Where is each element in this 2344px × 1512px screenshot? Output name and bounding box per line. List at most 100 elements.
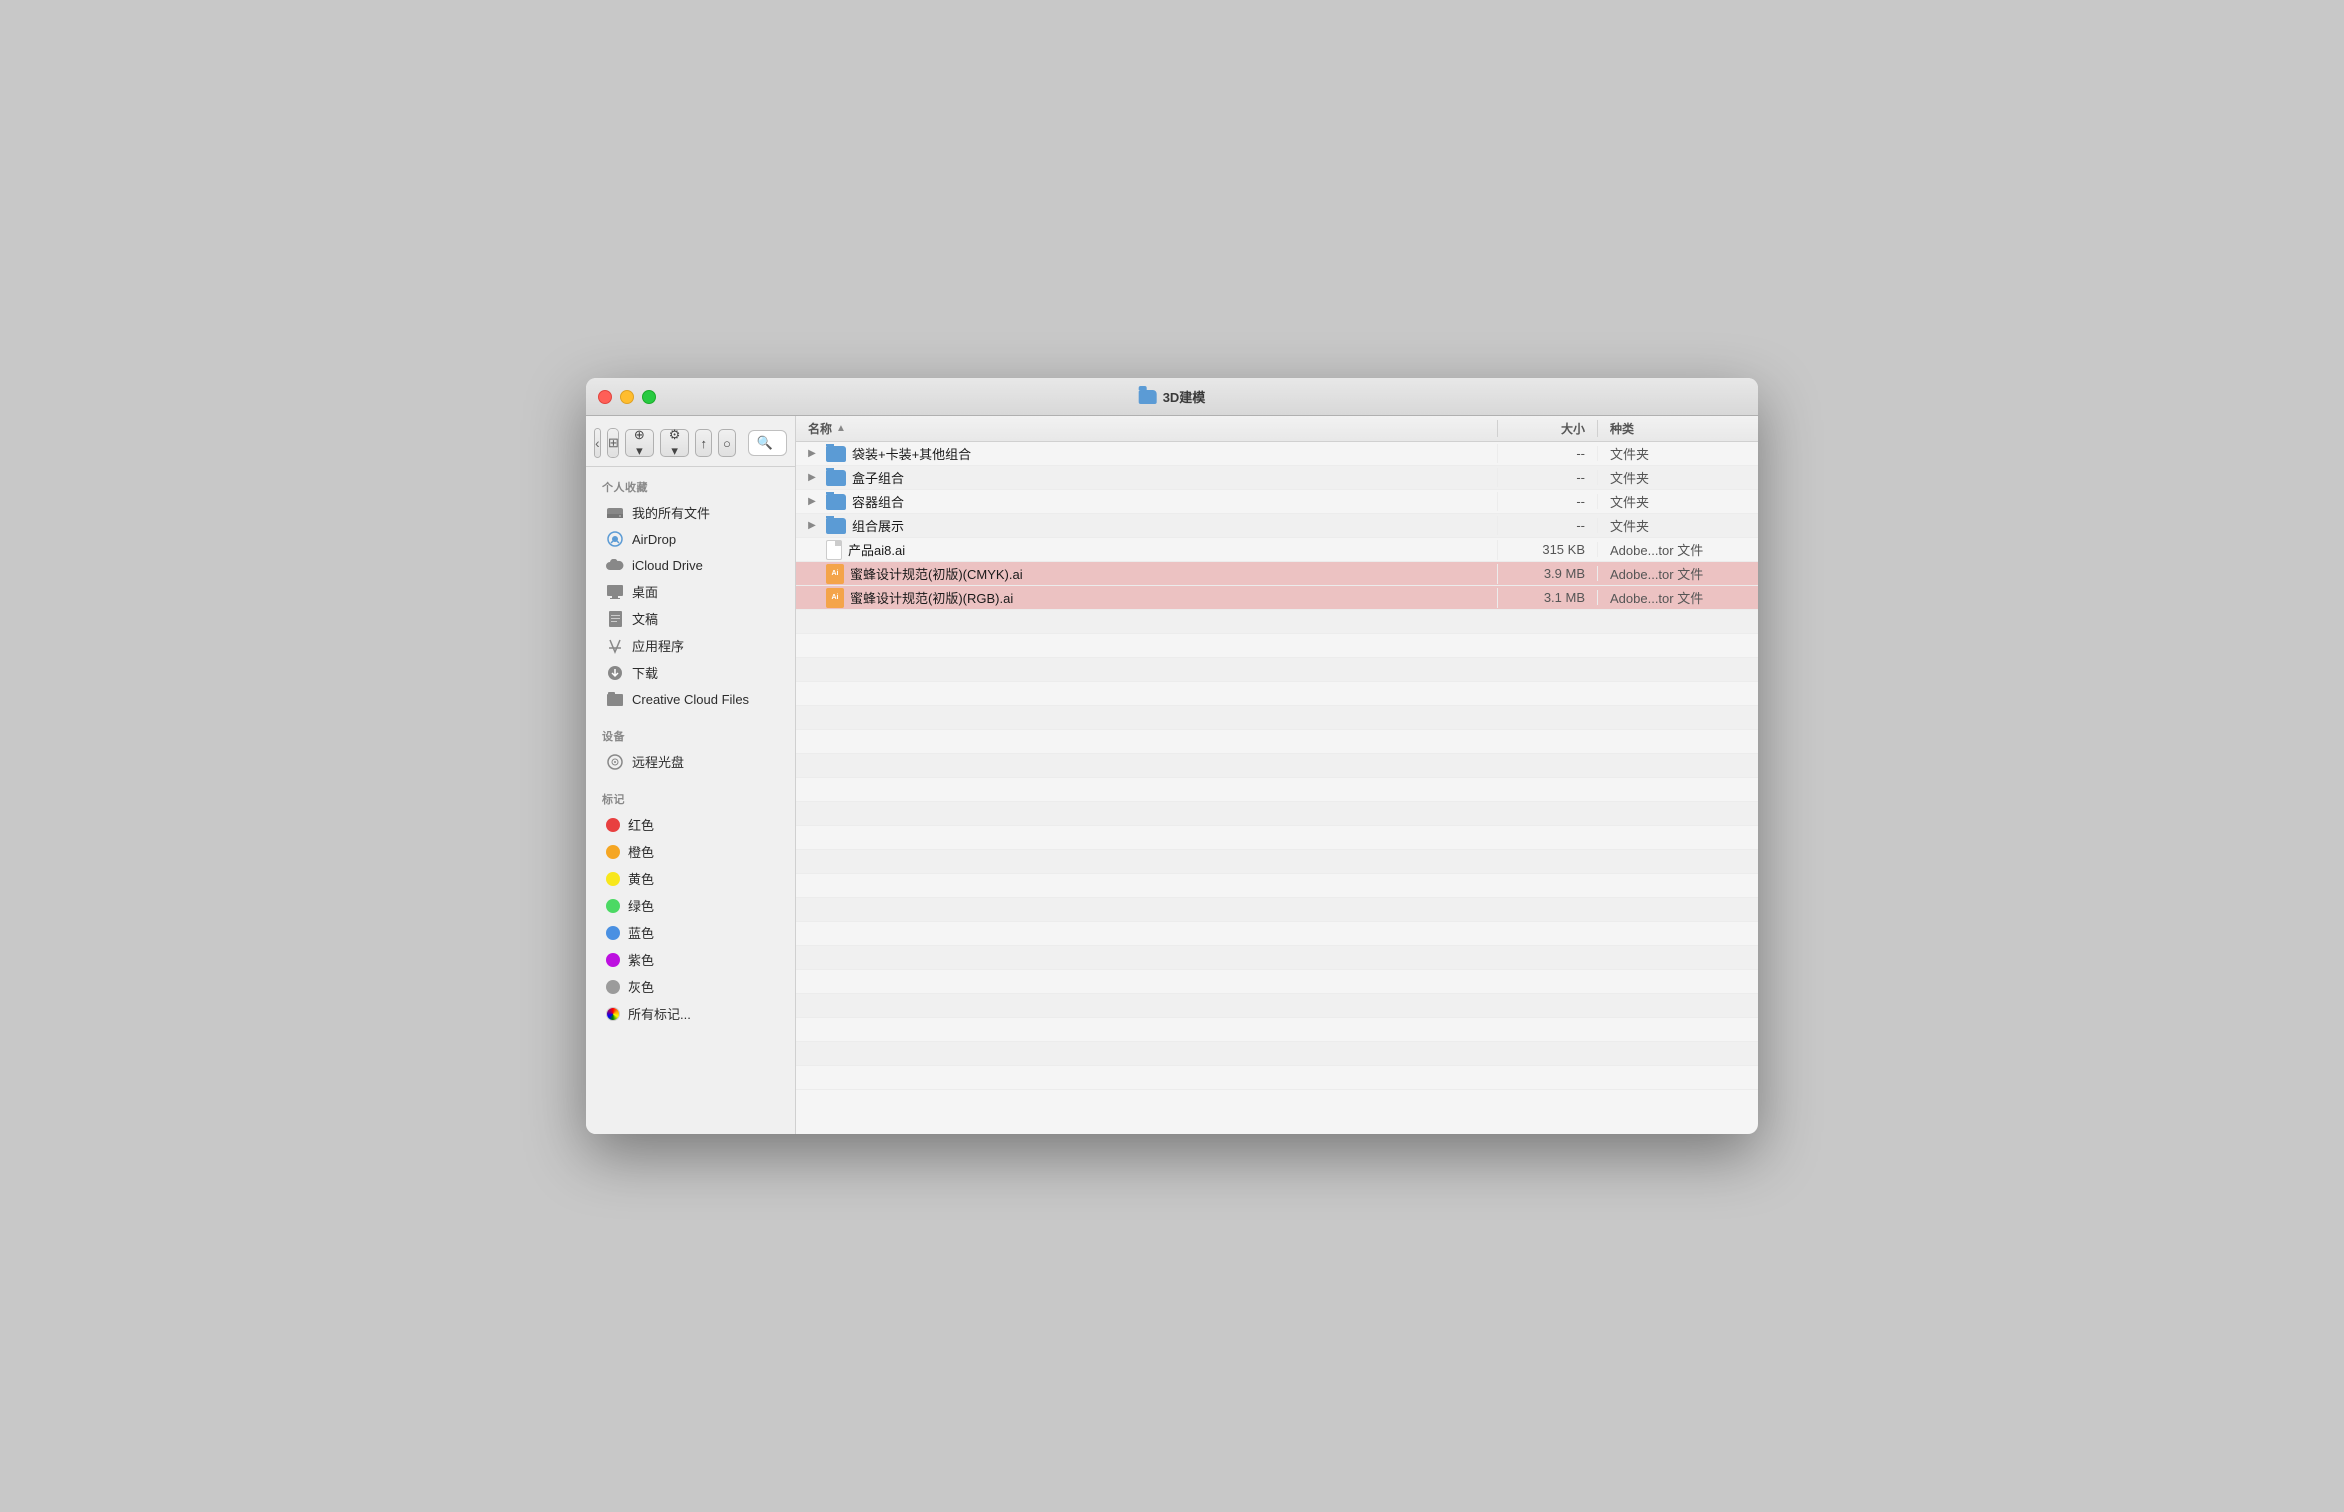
- expand-arrow[interactable]: ▶: [804, 520, 820, 531]
- sidebar-item-tag-all[interactable]: 所有标记...: [590, 1000, 791, 1027]
- tags-section-title: 标记: [586, 783, 795, 811]
- tag-button[interactable]: ○: [718, 429, 736, 457]
- file-name-label: 盒子组合: [852, 468, 904, 487]
- view-buttons: ⊞ ☰ ⊟ ⊠: [607, 428, 619, 458]
- sidebar-item-tag-orange[interactable]: 橙色: [590, 838, 791, 865]
- window-title: 3D建模: [1163, 387, 1206, 406]
- traffic-lights: [598, 390, 656, 404]
- sidebar-label-desktop: 桌面: [632, 582, 658, 601]
- file-list: ▶ 袋装+卡装+其他组合 -- 文件夹 ▶ 盒子组合 -- 文件夹: [796, 442, 1758, 1134]
- table-row-empty: [796, 898, 1758, 922]
- downloads-icon: [606, 664, 624, 682]
- sidebar-item-cc-files[interactable]: Creative Cloud Files: [590, 686, 791, 712]
- file-kind-cell: Adobe...tor 文件: [1598, 564, 1758, 583]
- sidebar-item-tag-red[interactable]: 红色: [590, 811, 791, 838]
- table-row-empty: [796, 1018, 1758, 1042]
- sidebar-label-tag-yellow: 黄色: [628, 869, 654, 888]
- table-row-empty: [796, 1042, 1758, 1066]
- table-row-empty: [796, 682, 1758, 706]
- file-name-label: 蜜蜂设计规范(初版)(CMYK).ai: [850, 564, 1023, 583]
- folder-icon: [826, 446, 846, 462]
- desktop-icon: [606, 583, 624, 601]
- icloud-icon: [606, 556, 624, 574]
- documents-icon: [606, 610, 624, 628]
- sidebar-label-downloads: 下载: [632, 663, 658, 682]
- table-row-empty: [796, 658, 1758, 682]
- table-row-empty: [796, 946, 1758, 970]
- table-row[interactable]: ▶ 盒子组合 -- 文件夹: [796, 466, 1758, 490]
- sidebar-item-desktop[interactable]: 桌面: [590, 578, 791, 605]
- expand-arrow[interactable]: ▶: [804, 472, 820, 483]
- sidebar-label-tag-red: 红色: [628, 815, 654, 834]
- tag-dot-green: [606, 899, 620, 913]
- file-name-label: 组合展示: [852, 516, 904, 535]
- file-size-cell: --: [1498, 446, 1598, 461]
- icon-view-button[interactable]: ⊞: [608, 429, 619, 457]
- col-header-name[interactable]: 名称 ▲: [796, 420, 1498, 437]
- sidebar-item-documents[interactable]: 文稿: [590, 605, 791, 632]
- sidebar-item-tag-purple[interactable]: 紫色: [590, 946, 791, 973]
- table-row-empty: [796, 706, 1758, 730]
- sidebar-item-tag-blue[interactable]: 蓝色: [590, 919, 791, 946]
- ai-file-icon: Ai: [826, 564, 844, 584]
- table-row[interactable]: ▶ 组合展示 -- 文件夹: [796, 514, 1758, 538]
- sidebar-item-tag-gray[interactable]: 灰色: [590, 973, 791, 1000]
- airdrop-icon: [606, 530, 624, 548]
- sidebar-item-all-files[interactable]: 我的所有文件: [590, 499, 791, 526]
- sidebar-label-documents: 文稿: [632, 609, 658, 628]
- favorites-section-title: 个人收藏: [586, 471, 795, 499]
- sidebar-label-tag-green: 绿色: [628, 896, 654, 915]
- file-kind-cell: 文件夹: [1598, 492, 1758, 511]
- search-bar[interactable]: 🔍: [748, 430, 787, 456]
- file-name-label: 袋装+卡装+其他组合: [852, 444, 971, 463]
- sidebar-item-apps[interactable]: 应用程序: [590, 632, 791, 659]
- col-header-size[interactable]: 大小: [1498, 420, 1598, 437]
- close-button[interactable]: [598, 390, 612, 404]
- file-area: 名称 ▲ 大小 种类 ▶ 袋装+卡装+其他组合 -- 文件夹: [796, 416, 1758, 1134]
- sidebar-item-icloud[interactable]: iCloud Drive: [590, 552, 791, 578]
- sidebar-item-downloads[interactable]: 下载: [590, 659, 791, 686]
- hdd-icon: [606, 504, 624, 522]
- sidebar-item-tag-green[interactable]: 绿色: [590, 892, 791, 919]
- file-name-cell: ▶ 产品ai8.ai: [796, 540, 1498, 560]
- file-size-cell: --: [1498, 518, 1598, 533]
- table-row-empty: [796, 802, 1758, 826]
- expand-arrow[interactable]: ▶: [804, 496, 820, 507]
- expand-arrow[interactable]: ▶: [804, 448, 820, 459]
- sidebar-label-all-files: 我的所有文件: [632, 503, 710, 522]
- sidebar-label-tag-orange: 橙色: [628, 842, 654, 861]
- sidebar-item-optical[interactable]: 远程光盘: [590, 748, 791, 775]
- nav-buttons: ‹ ›: [594, 428, 601, 458]
- tag-dot-orange: [606, 845, 620, 859]
- sidebar-label-icloud: iCloud Drive: [632, 558, 703, 573]
- ai-file-icon: Ai: [826, 588, 844, 608]
- file-name-label: 蜜蜂设计规范(初版)(RGB).ai: [850, 588, 1013, 607]
- finder-window: 3D建模 ‹ › ⊞ ☰ ⊟ ⊠ ⊕ ▾ ⚙ ▾ ↑ ○: [586, 378, 1758, 1134]
- table-row-empty: [796, 826, 1758, 850]
- table-row[interactable]: ▶ 产品ai8.ai 315 KB Adobe...tor 文件: [796, 538, 1758, 562]
- sidebar-item-tag-yellow[interactable]: 黄色: [590, 865, 791, 892]
- sidebar-label-airdrop: AirDrop: [632, 532, 676, 547]
- file-name-cell: ▶ 盒子组合: [796, 468, 1498, 487]
- tag-dot-blue: [606, 926, 620, 940]
- table-row[interactable]: ▶ Ai 蜜蜂设计规范(初版)(CMYK).ai 3.9 MB Adobe...…: [796, 562, 1758, 586]
- share-button[interactable]: ↑: [695, 429, 712, 457]
- col-header-kind[interactable]: 种类: [1598, 420, 1758, 437]
- table-row[interactable]: ▶ Ai 蜜蜂设计规范(初版)(RGB).ai 3.1 MB Adobe...t…: [796, 586, 1758, 610]
- minimize-button[interactable]: [620, 390, 634, 404]
- table-row-empty: [796, 994, 1758, 1018]
- sidebar-item-airdrop[interactable]: AirDrop: [590, 526, 791, 552]
- action-button[interactable]: ⚙ ▾: [660, 429, 690, 457]
- table-row[interactable]: ▶ 袋装+卡装+其他组合 -- 文件夹: [796, 442, 1758, 466]
- sidebar-label-tag-blue: 蓝色: [628, 923, 654, 942]
- arrange-button[interactable]: ⊕ ▾: [625, 429, 654, 457]
- sidebar-label-cc-files: Creative Cloud Files: [632, 692, 749, 707]
- table-row-empty: [796, 850, 1758, 874]
- fullscreen-button[interactable]: [642, 390, 656, 404]
- sidebar-label-tag-all: 所有标记...: [628, 1004, 691, 1023]
- file-name-label: 容器组合: [852, 492, 904, 511]
- table-row[interactable]: ▶ 容器组合 -- 文件夹: [796, 490, 1758, 514]
- window-title-area: 3D建模: [1139, 387, 1206, 406]
- table-row-empty: [796, 634, 1758, 658]
- tag-dot-yellow: [606, 872, 620, 886]
